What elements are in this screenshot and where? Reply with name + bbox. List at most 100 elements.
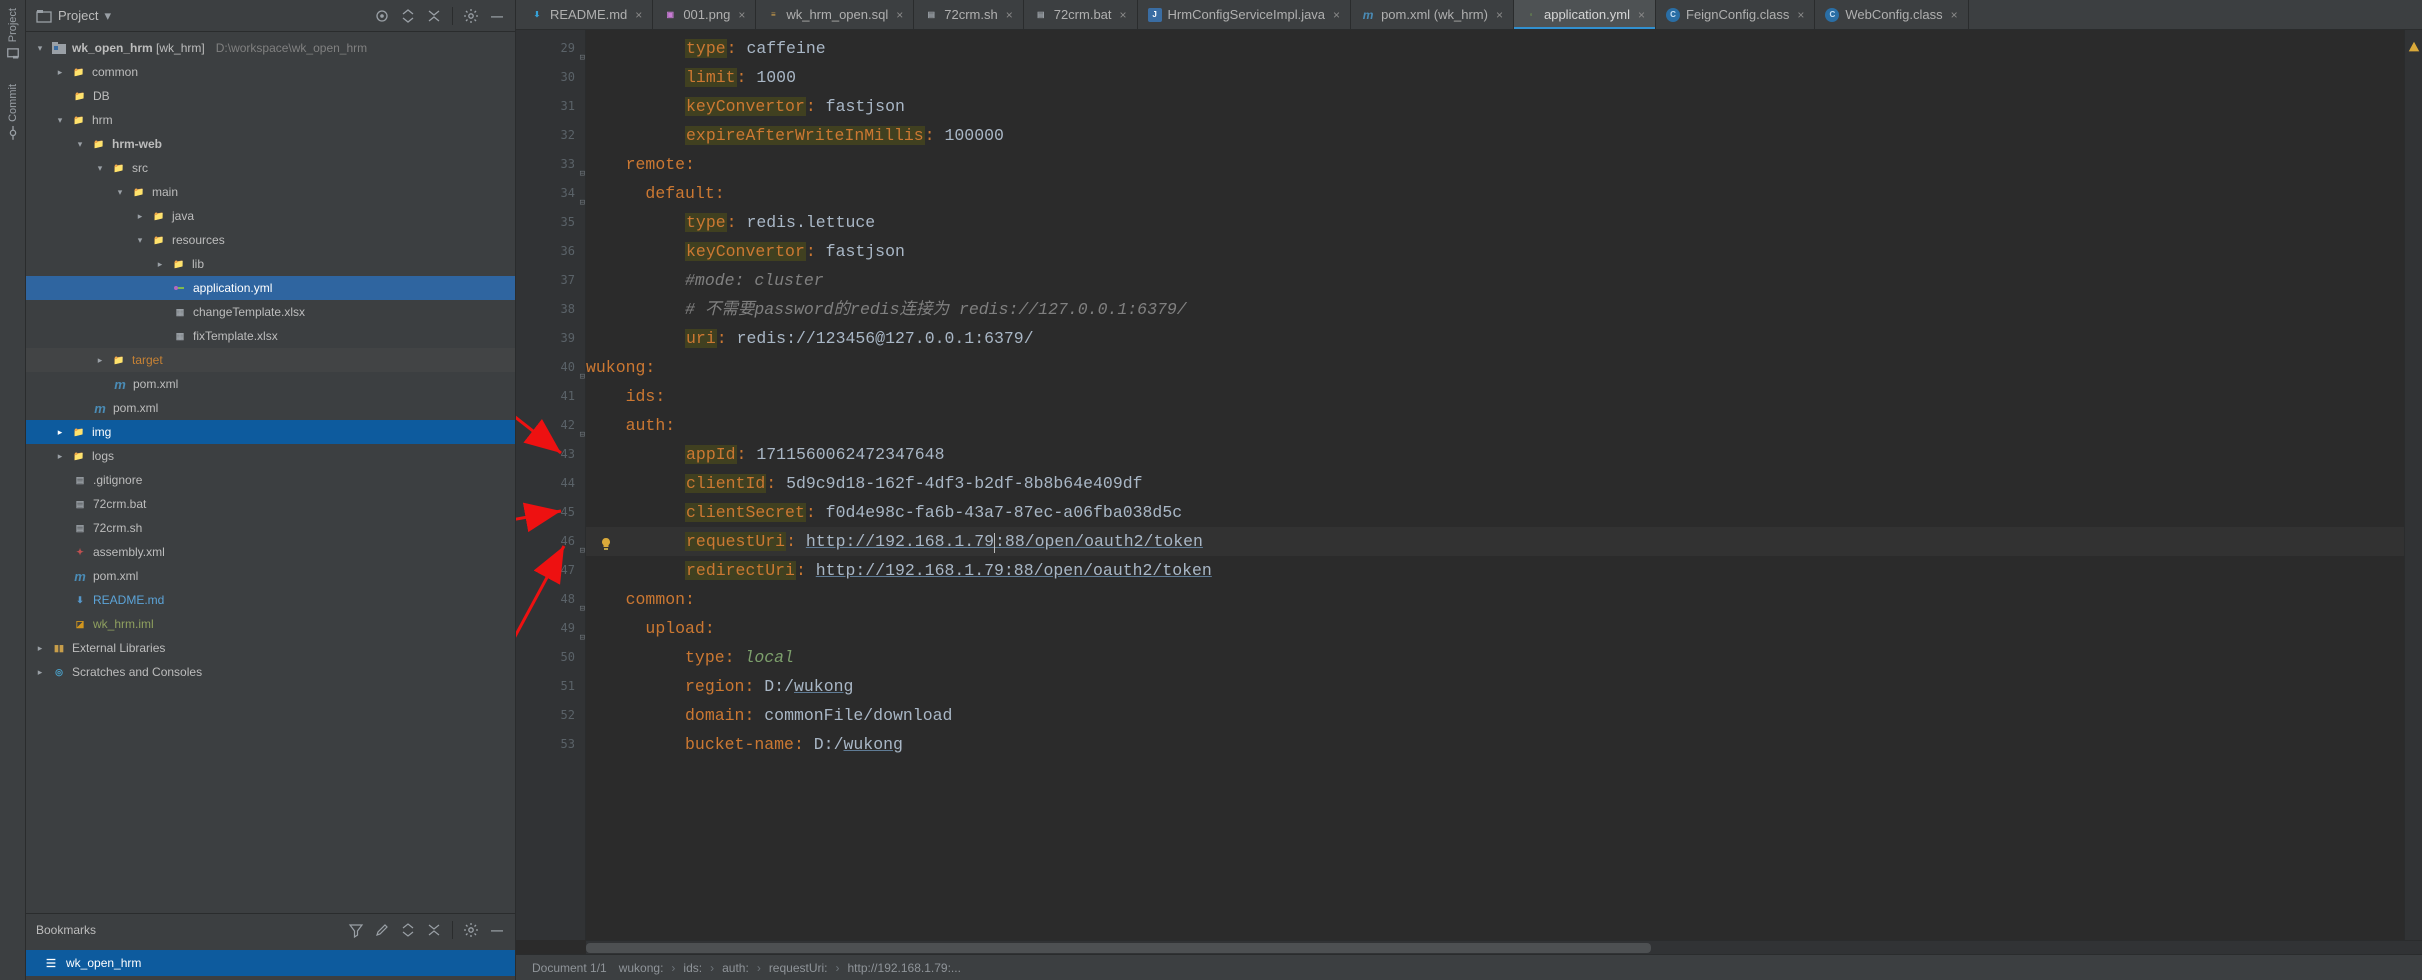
tree-item-72crm-bat[interactable]: ▤72crm.bat [26, 492, 515, 516]
project-tree[interactable]: ▾ wk_open_hrm [wk_hrm] D:\workspace\wk_o… [26, 32, 515, 913]
breadcrumb-segment[interactable]: auth: [722, 961, 761, 975]
tab-webcfg[interactable]: CWebConfig.class× [1815, 0, 1968, 29]
line-number[interactable]: 35 [516, 208, 575, 237]
tab-wkhrmopen[interactable]: ≡wk_hrm_open.sql× [756, 0, 914, 29]
tab-appyml[interactable]: ◦application.yml× [1514, 0, 1656, 29]
fold-mark-icon[interactable]: ⊟ [575, 624, 585, 634]
tree-item-common[interactable]: ▸📁common [26, 60, 515, 84]
breadcrumb-segment[interactable]: ids: [683, 961, 714, 975]
fold-mark-icon[interactable]: ⊟ [575, 595, 585, 605]
line-number[interactable]: 41 [516, 382, 575, 411]
collapse-all-icon[interactable] [426, 922, 442, 938]
scrollbar-thumb[interactable] [586, 943, 1651, 953]
tree-item-scratches[interactable]: ▸◎Scratches and Consoles [26, 660, 515, 684]
select-opened-file-icon[interactable] [374, 8, 390, 24]
tree-item-hrm-web[interactable]: ▾📁hrm-web [26, 132, 515, 156]
collapse-all-icon[interactable] [426, 8, 442, 24]
hide-panel-icon[interactable]: — [489, 8, 505, 24]
commit-tool-button[interactable]: Commit [6, 84, 20, 140]
close-icon[interactable]: × [635, 8, 642, 22]
code-line[interactable]: requestUri: http://192.168.1.79:88/open/… [586, 527, 2404, 556]
tab-001png[interactable]: ▣001.png× [653, 0, 756, 29]
tree-item-application-yml[interactable]: application.yml [26, 276, 515, 300]
line-number[interactable]: 52 [516, 701, 575, 730]
line-number[interactable]: 40⊟ [516, 353, 575, 382]
hide-panel-icon[interactable]: — [489, 922, 505, 938]
tree-root[interactable]: ▾ wk_open_hrm [wk_hrm] D:\workspace\wk_o… [26, 36, 515, 60]
code-line[interactable]: keyConvertor: fastjson [586, 92, 2404, 121]
tree-item-72crm-sh[interactable]: ▤72crm.sh [26, 516, 515, 540]
tree-item-img[interactable]: ▸📁img [26, 420, 515, 444]
line-number[interactable]: 48⊟ [516, 585, 575, 614]
tree-item-readme[interactable]: ⬇README.md [26, 588, 515, 612]
editor-gutter[interactable]: 29⊟30313233⊟34⊟353637383940⊟4142⊟4344454… [516, 30, 586, 940]
code-line[interactable]: domain: commonFile/download [586, 701, 2404, 730]
line-number[interactable]: 51 [516, 672, 575, 701]
fold-mark-icon[interactable]: ⊟ [575, 537, 585, 547]
code-line[interactable]: clientId: 5d9c9d18-162f-4df3-b2df-8b8b64… [586, 469, 2404, 498]
code-line[interactable]: default: [586, 179, 2404, 208]
code-line[interactable]: remote: [586, 150, 2404, 179]
tab-readme[interactable]: ⬇README.md× [520, 0, 653, 29]
tree-item-target[interactable]: ▸📁target [26, 348, 515, 372]
line-number[interactable]: 34⊟ [516, 179, 575, 208]
edit-icon[interactable] [374, 922, 390, 938]
line-number[interactable]: 45 [516, 498, 575, 527]
code-line[interactable]: auth: [586, 411, 2404, 440]
line-number[interactable]: 49⊟ [516, 614, 575, 643]
code-line[interactable]: wukong: [586, 353, 2404, 382]
line-number[interactable]: 46⊟ [516, 527, 575, 556]
code-line[interactable]: region: D:/wukong [586, 672, 2404, 701]
editor-content[interactable]: type: caffeine limit: 1000 keyConvertor:… [586, 30, 2404, 940]
breadcrumb-segment[interactable]: wukong: [619, 961, 676, 975]
close-icon[interactable]: × [738, 8, 745, 22]
tree-item-pom3[interactable]: mpom.xml [26, 564, 515, 588]
fold-mark-icon[interactable]: ⊟ [575, 189, 585, 199]
line-number[interactable]: 36 [516, 237, 575, 266]
close-icon[interactable]: × [1333, 8, 1340, 22]
fold-mark-icon[interactable]: ⊟ [575, 421, 585, 431]
fold-mark-icon[interactable]: ⊟ [575, 160, 585, 170]
tree-item-main[interactable]: ▾📁main [26, 180, 515, 204]
breadcrumb-segment[interactable]: http://192.168.1.79:... [848, 961, 969, 975]
tree-item-java[interactable]: ▸📁java [26, 204, 515, 228]
filter-icon[interactable] [348, 922, 364, 938]
line-number[interactable]: 39 [516, 324, 575, 353]
tree-item-wkhrm-iml[interactable]: ◪wk_hrm.iml [26, 612, 515, 636]
breadcrumb-segment[interactable]: requestUri: [769, 961, 840, 975]
tree-item-pom2[interactable]: mpom.xml [26, 396, 515, 420]
close-icon[interactable]: × [1006, 8, 1013, 22]
tree-item-db[interactable]: 📁DB [26, 84, 515, 108]
gear-icon[interactable] [463, 922, 479, 938]
close-icon[interactable]: × [1638, 8, 1645, 22]
tree-item-src[interactable]: ▾📁src [26, 156, 515, 180]
code-line[interactable]: type: redis.lettuce [586, 208, 2404, 237]
close-icon[interactable]: × [1496, 8, 1503, 22]
close-icon[interactable]: × [896, 8, 903, 22]
line-number[interactable]: 43 [516, 440, 575, 469]
line-number[interactable]: 32 [516, 121, 575, 150]
tab-feign[interactable]: CFeignConfig.class× [1656, 0, 1815, 29]
code-line[interactable]: common: [586, 585, 2404, 614]
fold-mark-icon[interactable]: ⊟ [575, 44, 585, 54]
code-line[interactable]: upload: [586, 614, 2404, 643]
close-icon[interactable]: × [1120, 8, 1127, 22]
line-number[interactable]: 38 [516, 295, 575, 324]
tab-pomwk[interactable]: mpom.xml (wk_hrm)× [1351, 0, 1514, 29]
project-tool-button[interactable]: Project [6, 8, 20, 60]
close-icon[interactable]: × [1797, 8, 1804, 22]
line-number[interactable]: 47 [516, 556, 575, 585]
line-number[interactable]: 50 [516, 643, 575, 672]
code-line[interactable]: type: local [586, 643, 2404, 672]
tree-item-logs[interactable]: ▸📁logs [26, 444, 515, 468]
tab-72crmbat[interactable]: ▤72crm.bat× [1024, 0, 1138, 29]
editor-horizontal-scrollbar[interactable] [586, 940, 2422, 954]
code-line[interactable]: ids: [586, 382, 2404, 411]
tree-item-external-libraries[interactable]: ▸▮▮External Libraries [26, 636, 515, 660]
tree-item-resources[interactable]: ▾📁resources [26, 228, 515, 252]
expand-all-icon[interactable] [400, 922, 416, 938]
line-number[interactable]: 42⊟ [516, 411, 575, 440]
tree-item-lib[interactable]: ▸📁lib [26, 252, 515, 276]
editor-right-strip[interactable] [2404, 30, 2422, 940]
code-line[interactable]: redirectUri: http://192.168.1.79:88/open… [586, 556, 2404, 585]
